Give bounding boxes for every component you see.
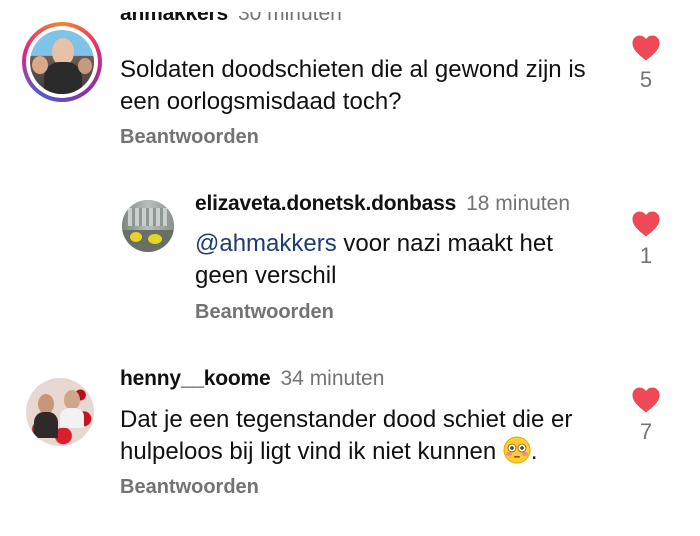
timestamp: 30 minuten <box>237 12 342 25</box>
timestamp: 18 minuten <box>466 192 570 215</box>
username[interactable]: ahmakkers <box>120 12 228 25</box>
flushed-face-emoji-icon <box>503 436 531 464</box>
username[interactable]: elizaveta.donetsk.donbass <box>195 192 456 215</box>
heart-icon[interactable] <box>631 34 661 61</box>
like-button[interactable]: 5 <box>616 34 676 93</box>
heart-icon[interactable] <box>631 210 661 237</box>
comment-body-end: . <box>530 438 538 465</box>
avatar-ahmakkers[interactable] <box>22 22 102 102</box>
like-count: 1 <box>639 243 653 268</box>
reply-button[interactable]: Beantwoorden <box>120 126 259 149</box>
reply-button[interactable]: Beantwoorden <box>195 301 334 324</box>
comment-meta: henny__koome 34 minuten <box>120 367 384 391</box>
username[interactable]: henny__koome <box>120 367 271 390</box>
like-count: 7 <box>639 419 653 444</box>
like-button[interactable]: 7 <box>616 386 676 445</box>
comment-meta: elizaveta.donetsk.donbass 18 minuten <box>195 192 570 216</box>
avatar-elizaveta[interactable] <box>122 200 174 252</box>
mention-link[interactable]: @ahmakkers <box>195 230 337 257</box>
heart-icon[interactable] <box>631 386 661 413</box>
like-count: 5 <box>639 67 653 92</box>
reply-button[interactable]: Beantwoorden <box>120 476 259 499</box>
comment-text: Dat je een tegenstander dood schiet die … <box>120 404 600 468</box>
avatar-henny[interactable] <box>26 378 94 446</box>
comment-meta: ahmakkers 30 minuten <box>120 12 342 26</box>
like-button[interactable]: 1 <box>616 210 676 269</box>
comment-text: @ahmakkers voor nazi maakt het geen vers… <box>195 228 595 292</box>
comment-text: Soldaten doodschieten die al gewond zijn… <box>120 56 586 115</box>
timestamp: 34 minuten <box>280 367 385 390</box>
